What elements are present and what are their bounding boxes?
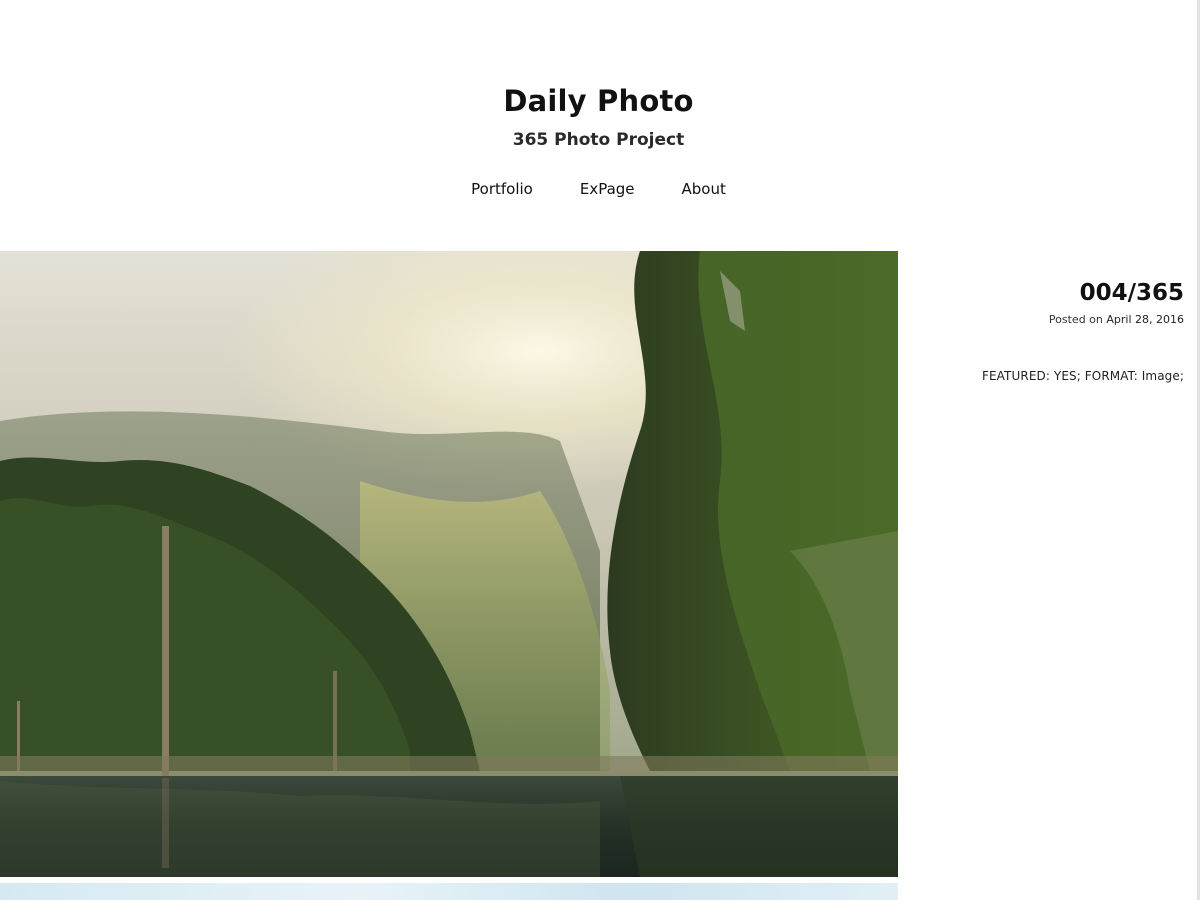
site-tagline: 365 Photo Project [512, 130, 685, 150]
main-navigation: Portfolio ExPage About [0, 180, 1197, 198]
page: Daily Photo 365 Photo Project Portfolio … [0, 0, 1200, 900]
nav-item-expage[interactable]: ExPage [580, 180, 635, 198]
site-title[interactable]: Daily Photo [0, 84, 1197, 118]
posted-on-label: Posted on [1048, 313, 1103, 326]
featured-photo[interactable] [0, 251, 898, 877]
nav-item-portfolio[interactable]: Portfolio [471, 180, 533, 198]
nav-item-about[interactable]: About [682, 180, 726, 198]
next-post-thumbnail[interactable] [0, 883, 898, 900]
post-meta: 004/365 Posted on April 28, 2016 [904, 280, 1184, 326]
post-date-line: Posted on April 28, 2016 [904, 313, 1184, 326]
post-custom-fields: FEATURED: YES; FORMAT: Image; [982, 369, 1184, 383]
post-date-link[interactable]: April 28, 2016 [1106, 313, 1184, 326]
post-title[interactable]: 004/365 [904, 280, 1184, 306]
